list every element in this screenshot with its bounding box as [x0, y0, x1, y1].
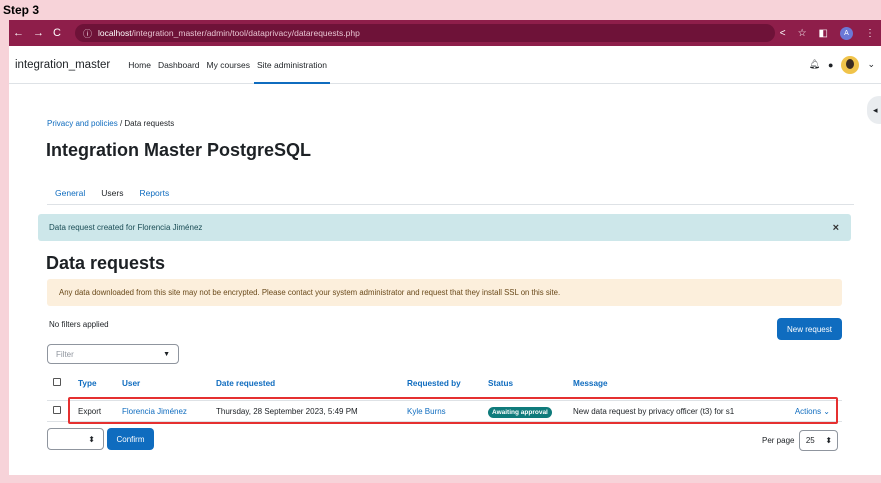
- site-navbar: integration_master Home Dashboard My cou…: [9, 46, 881, 84]
- per-page-control: Per page 25 ⬍: [762, 430, 839, 451]
- page-title: Integration Master PostgreSQL: [46, 140, 312, 160]
- ssl-warning-notice: Any data downloaded from this site may n…: [47, 279, 842, 306]
- site-brand[interactable]: integration_master: [15, 59, 110, 71]
- tab-reports[interactable]: Reports: [131, 180, 177, 205]
- chat-icon[interactable]: ●: [828, 60, 833, 70]
- header-date-requested[interactable]: Date requested: [216, 379, 407, 388]
- confirm-button[interactable]: Confirm: [107, 428, 154, 450]
- header-requested-by[interactable]: Requested by: [407, 379, 488, 388]
- row-checkbox[interactable]: [53, 406, 61, 414]
- reload-icon[interactable]: C: [53, 27, 61, 39]
- breadcrumb-current: Data requests: [124, 119, 175, 128]
- nav-dashboard[interactable]: Dashboard: [158, 46, 200, 84]
- nav-site-administration[interactable]: Site administration: [254, 46, 330, 84]
- header-user[interactable]: User: [122, 379, 216, 388]
- step-label: Step 3: [3, 3, 40, 17]
- share-icon[interactable]: <: [780, 28, 786, 39]
- back-arrow-icon[interactable]: ←: [13, 27, 24, 39]
- star-icon[interactable]: ☆: [798, 28, 807, 39]
- bulk-action-select[interactable]: ⬍: [47, 428, 104, 450]
- menu-dots-icon[interactable]: ⋮: [865, 28, 875, 39]
- browser-window: ← → C ⓘ localhost/integration_master/adm…: [9, 20, 881, 475]
- breadcrumb: Privacy and policies / Data requests: [47, 119, 174, 128]
- url-host: localhost: [98, 28, 132, 38]
- user-avatar[interactable]: [841, 55, 860, 74]
- browser-toolbar: ← → C ⓘ localhost/integration_master/adm…: [9, 20, 881, 46]
- per-page-label: Per page: [762, 436, 795, 445]
- tab-users[interactable]: Users: [93, 180, 131, 205]
- sidepanel-icon[interactable]: ◧: [819, 28, 828, 39]
- browser-nav: ← → C: [13, 27, 75, 39]
- chevron-left-icon: ◂: [873, 104, 878, 115]
- tab-general[interactable]: General: [47, 180, 93, 205]
- info-icon[interactable]: ⓘ: [83, 27, 92, 40]
- browser-actions: < ☆ ◧ A ⋮: [780, 26, 881, 40]
- close-icon[interactable]: ×: [833, 222, 839, 234]
- updown-icon: ⬍: [88, 434, 95, 444]
- updown-icon: ⬍: [825, 436, 833, 445]
- nav-home[interactable]: Home: [128, 46, 151, 84]
- per-page-value: 25: [805, 436, 815, 445]
- nav-my-courses[interactable]: My courses: [207, 46, 250, 84]
- success-alert: Data request created for Florencia Jimén…: [38, 214, 851, 241]
- user-menu-area: 🔔︎ ● ⌄: [809, 55, 881, 74]
- filter-select[interactable]: Filter ▼: [47, 344, 179, 364]
- url-path: /integration_master/admin/tool/datapriva…: [131, 28, 360, 38]
- select-all-checkbox[interactable]: [53, 378, 61, 386]
- bell-icon[interactable]: 🔔︎: [809, 59, 820, 70]
- section-title: Data requests: [46, 253, 166, 273]
- header-status[interactable]: Status: [488, 379, 573, 388]
- drawer-toggle-button[interactable]: ◂: [867, 96, 881, 124]
- primary-navigation: Home Dashboard My courses Site administr…: [128, 46, 330, 84]
- breadcrumb-separator: /: [119, 119, 123, 128]
- alert-message: Data request created for Florencia Jimén…: [49, 223, 203, 232]
- filters-status: No filters applied: [49, 320, 109, 329]
- breadcrumb-privacy-link[interactable]: Privacy and policies: [47, 119, 118, 128]
- highlight-box: [68, 397, 838, 424]
- filter-placeholder: Filter: [56, 349, 74, 359]
- new-request-button[interactable]: New request: [777, 318, 842, 340]
- address-bar[interactable]: ⓘ localhost/integration_master/admin/too…: [75, 24, 775, 42]
- header-type[interactable]: Type: [78, 379, 122, 388]
- table-header: Type User Date requested Requested by St…: [47, 372, 842, 394]
- forward-arrow-icon[interactable]: →: [33, 27, 44, 39]
- profile-avatar[interactable]: A: [840, 26, 853, 40]
- chevron-down-icon[interactable]: ⌄: [867, 59, 875, 70]
- secondary-tabs: General Users Reports: [47, 180, 854, 205]
- dropdown-arrow-icon: ▼: [163, 350, 170, 358]
- per-page-select[interactable]: 25 ⬍: [799, 430, 839, 451]
- header-message[interactable]: Message: [573, 379, 783, 388]
